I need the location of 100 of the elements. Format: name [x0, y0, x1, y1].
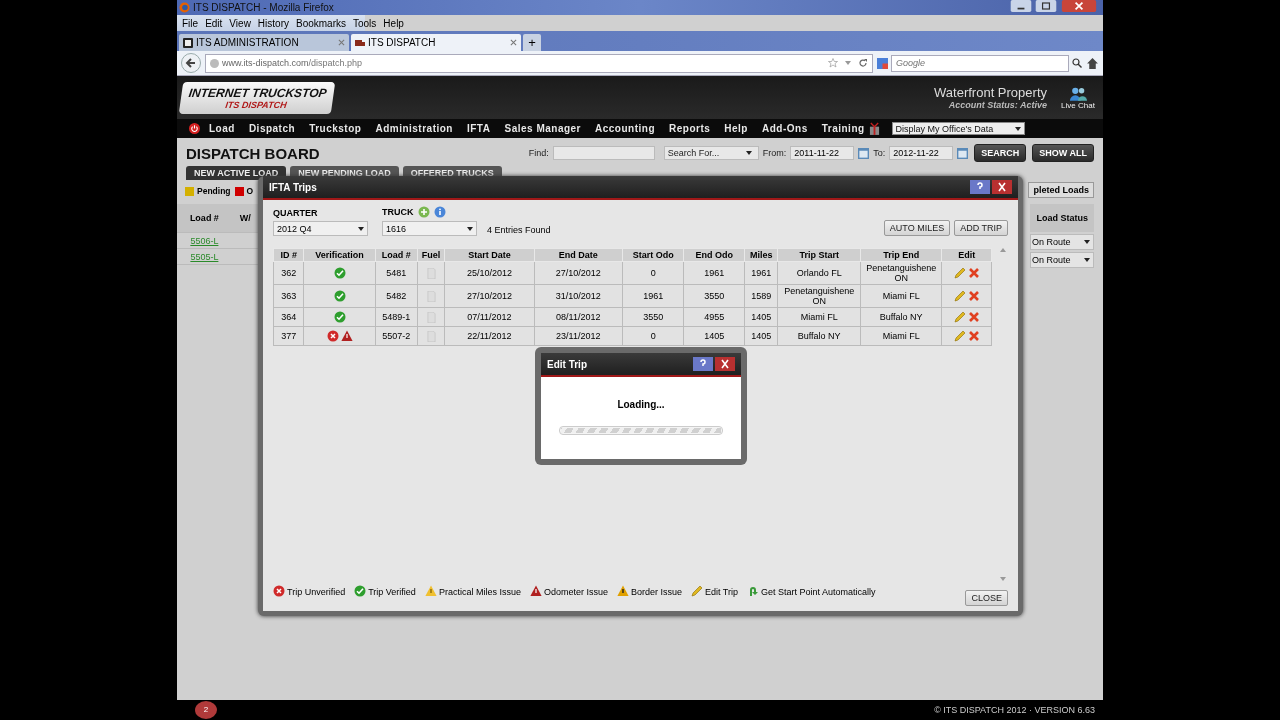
nav-item[interactable]: Dispatch — [248, 123, 296, 134]
truck-select[interactable]: 1616 — [382, 221, 477, 236]
loading-text: Loading... — [617, 399, 665, 410]
nav-item[interactable]: Help — [724, 123, 748, 134]
menu-item[interactable]: Tools — [350, 17, 381, 29]
reload-icon[interactable] — [858, 58, 868, 68]
caret-icon[interactable] — [1084, 258, 1090, 262]
delete-icon[interactable] — [967, 290, 980, 302]
nav-item[interactable]: Administration — [375, 123, 453, 134]
check-icon — [333, 290, 346, 302]
caret-icon[interactable] — [745, 151, 752, 155]
menu-item[interactable]: Help — [380, 17, 408, 29]
pencil-icon[interactable] — [953, 311, 966, 323]
minimize-icon[interactable] — [1009, 0, 1033, 12]
menu-item[interactable]: File — [179, 17, 203, 29]
browser-tab[interactable]: ITS DISPATCH — [351, 34, 521, 51]
pencil-icon[interactable] — [953, 267, 966, 279]
board-tab[interactable]: NEW ACTIVE LOAD — [186, 166, 287, 180]
find-field[interactable] — [552, 146, 655, 160]
logo-subtitle: ITS DISPATCH — [224, 99, 288, 109]
back-icon[interactable] — [181, 53, 201, 73]
arrow-icon — [747, 585, 759, 597]
info-icon[interactable] — [433, 206, 446, 218]
scroll-down-icon[interactable] — [1000, 577, 1007, 581]
browser-tab[interactable]: ITS ADMINISTRATION — [179, 34, 349, 51]
add-icon[interactable] — [417, 206, 430, 218]
to-date-field[interactable]: 2012-11-22 — [889, 146, 954, 160]
help-icon[interactable] — [970, 180, 990, 194]
new-tab-button[interactable]: + — [523, 34, 541, 51]
caret-icon[interactable] — [358, 226, 364, 231]
error-icon — [273, 585, 285, 597]
quarter-select[interactable]: 2012 Q4 — [273, 221, 368, 236]
logo-text: INTERNET TRUCKSTOP — [187, 86, 328, 99]
nav-item[interactable]: Sales Manager — [504, 123, 581, 134]
delete-icon[interactable] — [967, 330, 980, 342]
scroll-up-icon[interactable] — [1000, 248, 1007, 252]
search-button[interactable]: SEARCH — [974, 144, 1027, 162]
nav-item[interactable]: IFTA — [467, 123, 491, 134]
menu-item[interactable]: Edit — [202, 17, 227, 29]
nav-item[interactable]: Accounting — [595, 123, 655, 134]
find-label: Find: — [528, 148, 549, 158]
check-icon — [333, 311, 346, 323]
delete-icon[interactable] — [967, 267, 980, 279]
status-select[interactable]: On Route — [1030, 252, 1094, 268]
nav-item[interactable]: Load — [209, 123, 235, 134]
globe-icon — [210, 58, 219, 68]
column-header: Start Odo — [622, 248, 684, 262]
nav-item[interactable]: Add-Ons — [762, 123, 808, 134]
quarter-label: QUARTER — [273, 208, 319, 218]
completed-loads-tab[interactable]: pleted Loads — [1028, 182, 1094, 198]
favicon-icon — [355, 37, 365, 48]
menu-item[interactable]: History — [254, 17, 293, 29]
legend-label: Pending — [197, 186, 231, 196]
calendar-icon[interactable] — [858, 147, 870, 159]
help-icon[interactable] — [693, 357, 713, 371]
legend-label: Trip Verified — [368, 587, 416, 597]
office-select[interactable]: Display My Office's Data — [891, 122, 1025, 135]
caret-icon[interactable] — [1084, 240, 1090, 244]
favicon-icon — [183, 37, 193, 48]
pencil-icon[interactable] — [953, 330, 966, 342]
close-icon[interactable] — [1059, 0, 1099, 12]
bookmark-star-icon[interactable] — [828, 58, 838, 68]
nav-item[interactable]: Reports — [669, 123, 711, 134]
auto-miles-button[interactable]: AUTO MILES — [883, 220, 951, 236]
search-field[interactable]: Google — [891, 54, 1069, 72]
people-icon[interactable] — [1069, 85, 1087, 101]
close-tab-icon[interactable] — [338, 39, 345, 46]
firefox-icon — [179, 2, 190, 13]
nav-item[interactable]: Training — [821, 123, 865, 134]
search-for-select[interactable]: Search For... — [663, 146, 759, 160]
maximize-icon[interactable] — [1034, 0, 1058, 12]
pencil-icon[interactable] — [953, 290, 966, 302]
power-icon[interactable] — [189, 123, 200, 134]
menu-item[interactable]: View — [226, 17, 255, 29]
warning-icon — [424, 585, 437, 597]
live-chat-link[interactable]: Live Chat — [1061, 100, 1095, 110]
close-icon[interactable] — [715, 357, 735, 371]
address-field[interactable]: www.its-dispatch.com/dispatch.php — [205, 53, 873, 73]
search-icon[interactable] — [1072, 58, 1082, 68]
nav-item[interactable]: Truckstop — [309, 123, 362, 134]
warning-icon — [529, 585, 542, 597]
search-engine-icon[interactable] — [877, 57, 888, 69]
calendar-icon[interactable] — [957, 147, 969, 159]
add-trip-button[interactable]: ADD TRIP — [954, 220, 1008, 236]
status-select[interactable]: On Route — [1030, 234, 1094, 250]
close-button[interactable]: CLOSE — [965, 590, 1008, 606]
column-header: Fuel — [417, 248, 445, 262]
legend-label: Trip Unverified — [287, 587, 346, 597]
from-date-field[interactable]: 2011-11-22 — [790, 146, 855, 160]
caret-icon[interactable] — [1014, 126, 1021, 131]
show-all-button[interactable]: SHOW ALL — [1032, 144, 1094, 162]
account-status: Account Status: Active — [948, 100, 1047, 110]
close-icon[interactable] — [992, 180, 1012, 194]
close-tab-icon[interactable] — [510, 39, 517, 46]
tasks-button[interactable]: 2 — [195, 701, 217, 719]
account-name: Waterfront Property — [934, 85, 1047, 100]
delete-icon[interactable] — [967, 311, 980, 323]
home-icon[interactable] — [1086, 56, 1099, 70]
menu-item[interactable]: Bookmarks — [293, 17, 350, 29]
caret-icon[interactable] — [467, 226, 473, 231]
